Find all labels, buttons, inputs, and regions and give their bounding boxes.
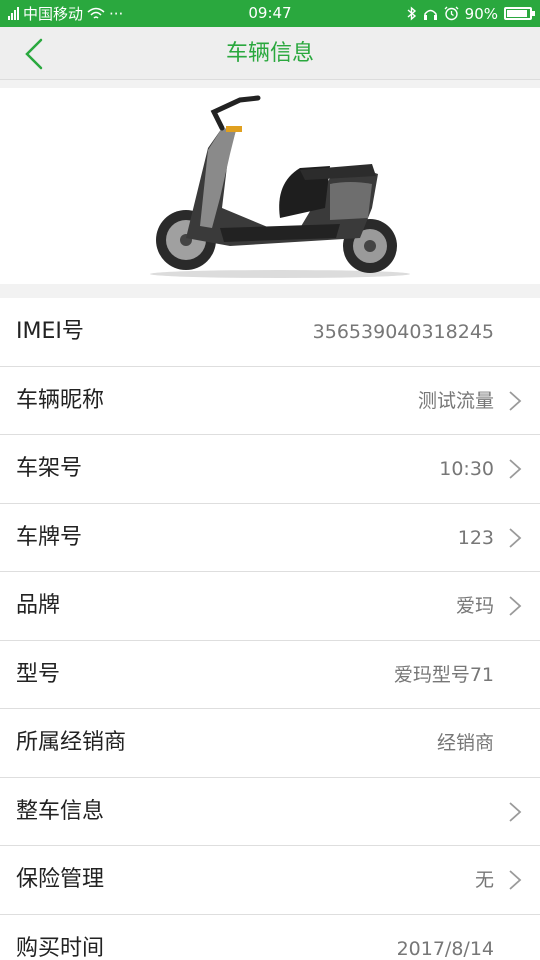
- row-value: 123: [457, 526, 494, 549]
- row-label: 型号: [16, 661, 61, 687]
- info-row: 型号 爱玛型号71: [0, 640, 540, 709]
- info-row: IMEI号 356539040318245: [0, 298, 540, 367]
- info-row: 所属经销商 经销商: [0, 709, 540, 778]
- info-row[interactable]: 车牌号 123: [0, 503, 540, 572]
- chevron-right-icon[interactable]: [508, 458, 522, 480]
- chevron-right-icon[interactable]: [508, 390, 522, 412]
- row-label: IMEI号: [16, 319, 84, 344]
- row-value: 测试流量: [417, 389, 494, 412]
- row-value: 经销商: [436, 732, 494, 754]
- scooter-illustration: [150, 95, 410, 278]
- battery-icon: [504, 7, 535, 20]
- row-value: 10:30: [439, 458, 494, 480]
- row-label: 品牌: [16, 593, 61, 618]
- info-row[interactable]: 品牌 爱玛: [0, 572, 540, 641]
- row-label: 车辆昵称: [16, 387, 105, 413]
- chevron-right-icon[interactable]: [508, 595, 522, 617]
- nav-bar: 车辆信息: [0, 27, 540, 80]
- row-value: 356539040318245: [312, 321, 494, 343]
- vehicle-info-list: IMEI号 356539040318245 车辆昵称 测试流量车架号 10:30 车牌号 1…: [0, 298, 540, 960]
- status-right: 90%: [407, 0, 535, 27]
- info-row[interactable]: 车辆昵称 测试流量: [0, 366, 540, 435]
- row-label: 车架号: [16, 456, 83, 481]
- vehicle-image: [0, 88, 540, 284]
- status-bar: 中国移动 ··· 09:47 90%: [0, 0, 540, 27]
- chevron-right-icon[interactable]: [508, 869, 522, 891]
- row-value: 爱玛: [455, 595, 494, 617]
- row-label: 购买时间: [16, 935, 105, 960]
- page-title: 车辆信息: [225, 41, 314, 66]
- info-row[interactable]: 整车信息: [0, 777, 540, 846]
- info-row[interactable]: 车架号 10:30: [0, 435, 540, 504]
- chevron-right-icon[interactable]: [508, 527, 522, 549]
- row-label: 车牌号: [16, 524, 83, 550]
- alarm-icon: [444, 6, 459, 21]
- row-value: 无: [474, 869, 494, 891]
- info-row[interactable]: 保险管理 无: [0, 846, 540, 915]
- chevron-right-icon[interactable]: [508, 801, 522, 823]
- row-value: 爱玛型号71: [393, 663, 494, 686]
- headphone-icon: [423, 9, 437, 20]
- back-arrow-icon[interactable]: [18, 37, 52, 71]
- info-row: 购买时间 2017/8/14: [0, 914, 540, 960]
- row-label: 保险管理: [16, 867, 105, 892]
- row-value: 2017/8/14: [396, 937, 494, 960]
- row-label: 所属经销商: [16, 730, 127, 755]
- battery-percent: 90%: [464, 4, 498, 23]
- row-label: 整车信息: [16, 798, 105, 824]
- bluetooth-icon: [407, 6, 416, 21]
